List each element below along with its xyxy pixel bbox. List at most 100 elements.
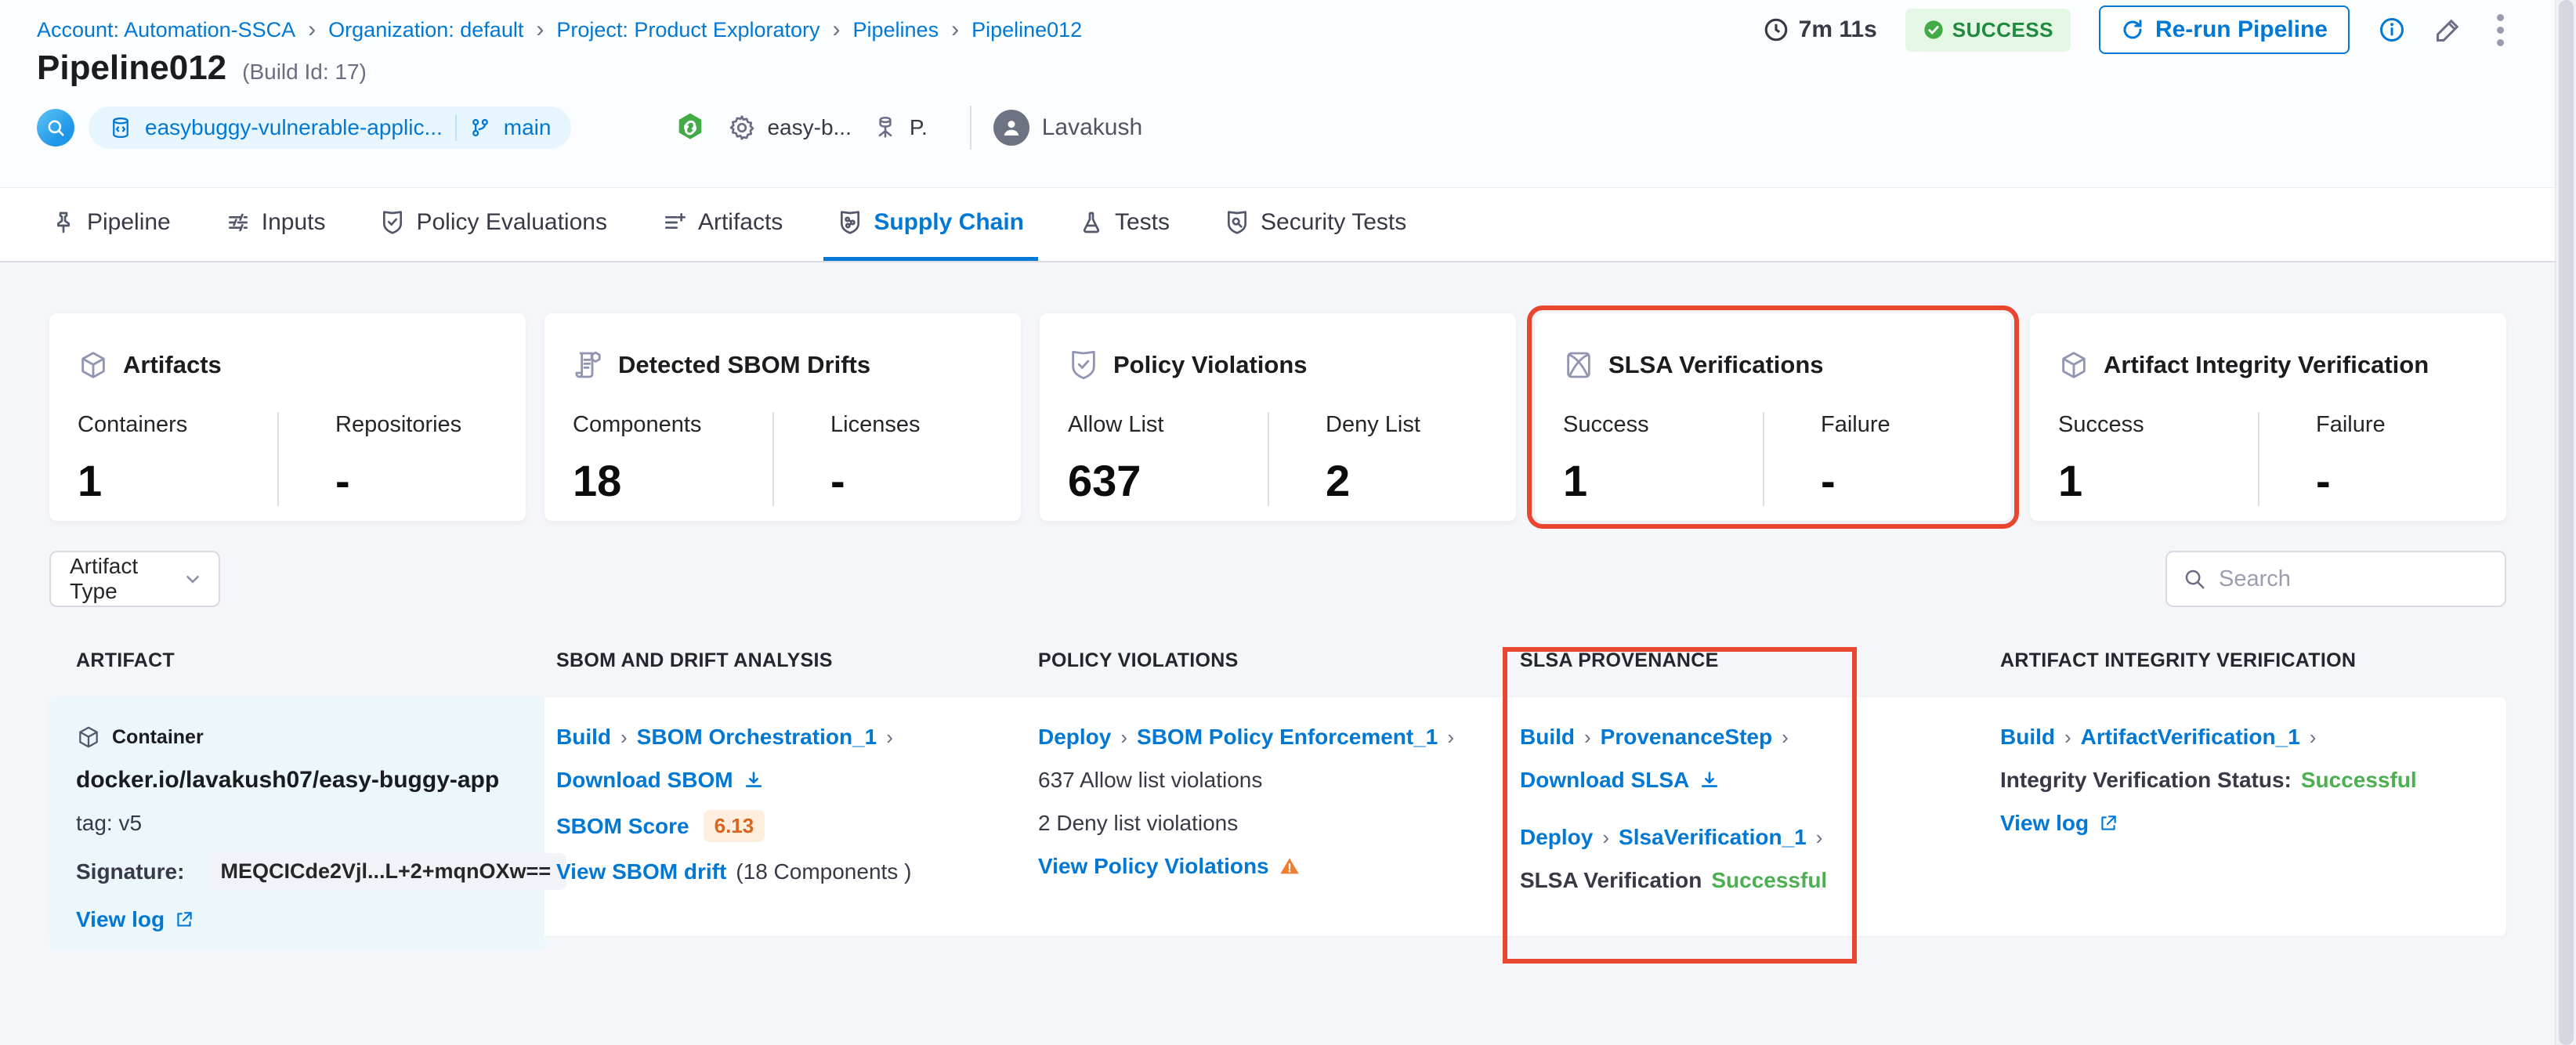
view-sbom-drift-link[interactable]: View SBOM drift xyxy=(556,859,726,884)
tab-label: Pipeline xyxy=(87,209,171,235)
chevron-right-icon: › xyxy=(886,725,893,749)
download-icon xyxy=(1699,769,1720,791)
step-link[interactable]: ProvenanceStep xyxy=(1601,725,1772,750)
gear-icon xyxy=(728,114,756,142)
warning-icon xyxy=(1279,855,1301,877)
signature-label: Signature: xyxy=(76,859,185,884)
breadcrumb-project[interactable]: Project: Product Exploratory xyxy=(556,18,819,42)
build-duration: 7m 11s xyxy=(1763,16,1877,43)
view-log-link[interactable]: View log xyxy=(2000,811,2089,836)
view-policy-violations-link[interactable]: View Policy Violations xyxy=(1038,854,1269,879)
breadcrumb-pipeline012[interactable]: Pipeline012 xyxy=(971,18,1082,42)
stat-label: Allow List xyxy=(1068,412,1164,437)
run-tabs: Pipeline Inputs Policy Evaluations Artif… xyxy=(0,188,2576,262)
tab-tests[interactable]: Tests xyxy=(1065,188,1184,261)
breadcrumb-organization[interactable]: Organization: default xyxy=(328,18,523,42)
card-title-text: Detected SBOM Drifts xyxy=(618,351,871,378)
pill-divider xyxy=(454,114,457,141)
summary-cards: Artifacts Containers 1 Repositories - De… xyxy=(49,306,2506,529)
scrollbar-thumb[interactable] xyxy=(2559,0,2574,1045)
deny-list-violations: 2 Deny list violations xyxy=(1038,811,1239,835)
chevron-right-icon: › xyxy=(2064,725,2071,749)
policy-violations-cell: Deploy › SBOM Policy Enforcement_1 › 637… xyxy=(1026,697,1508,949)
container-icon xyxy=(76,725,101,750)
tab-security-tests[interactable]: Security Tests xyxy=(1210,188,1420,261)
breadcrumb-pipelines[interactable]: Pipelines xyxy=(853,18,939,42)
stat-label: Repositories xyxy=(335,412,462,437)
card-title-text: Artifact Integrity Verification xyxy=(2104,351,2429,378)
integrity-status-value: Successful xyxy=(2300,768,2417,792)
artifact-image-name: docker.io/lavakush07/easy-buggy-app xyxy=(76,767,500,793)
tab-policy-evaluations[interactable]: Policy Evaluations xyxy=(366,188,620,261)
tab-label: Tests xyxy=(1115,209,1170,235)
view-log-link[interactable]: View log xyxy=(76,907,165,932)
slsa-provenance-cell: Build › ProvenanceStep › Download SLSA D… xyxy=(1508,697,1988,949)
service-node-icon xyxy=(872,114,899,141)
tab-label: Security Tests xyxy=(1261,209,1407,235)
repo-branch-pill[interactable]: easybuggy-vulnerable-applic... main xyxy=(89,107,572,149)
column-header-policy-violations: POLICY VIOLATIONS xyxy=(1038,649,1239,671)
card-title-text: Policy Violations xyxy=(1113,351,1308,378)
repo-name: easybuggy-vulnerable-applic... xyxy=(145,115,443,139)
stat-label: Success xyxy=(1563,412,1649,437)
stat-value: - xyxy=(1821,456,1836,505)
stage-link[interactable]: Build xyxy=(556,725,611,750)
stat-value: - xyxy=(830,456,845,505)
artifact-integrity-cell: Build › ArtifactVerification_1 › Integri… xyxy=(1988,697,2506,949)
user-name: Lavakush xyxy=(1041,114,1143,140)
card-slsa-verifications: SLSA Verifications Success 1 Failure - xyxy=(1527,306,2019,529)
download-slsa-link[interactable]: Download SLSA xyxy=(1520,768,1689,793)
step-link[interactable]: SlsaVerification_1 xyxy=(1619,825,1807,850)
step-link[interactable]: SBOM Policy Enforcement_1 xyxy=(1137,725,1438,750)
tab-supply-chain[interactable]: Supply Chain xyxy=(823,188,1038,261)
tab-artifacts[interactable]: Artifacts xyxy=(648,188,797,261)
stat-value: 1 xyxy=(1563,456,1588,505)
breadcrumb-account[interactable]: Account: Automation-SSCA xyxy=(37,18,295,42)
edit-pipeline-button[interactable] xyxy=(2434,16,2462,44)
vertical-scrollbar[interactable] xyxy=(2555,0,2576,1045)
ci-module-icon xyxy=(37,109,74,146)
stat-value: 1 xyxy=(2058,456,2083,505)
status-badge: SUCCESS xyxy=(1905,8,2071,52)
external-link-icon xyxy=(174,909,194,930)
stat-label: Success xyxy=(2058,412,2144,437)
chevron-right-icon: › xyxy=(1815,825,1823,849)
info-button[interactable] xyxy=(2378,16,2406,44)
stage-link[interactable]: Deploy xyxy=(1520,825,1593,850)
chevron-right-icon: › xyxy=(308,16,317,42)
signature-value[interactable]: MEQCICde2Vjl...L+2+mqnOXw== xyxy=(204,853,567,890)
sbom-score-link[interactable]: SBOM Score xyxy=(556,814,689,839)
slsa-status-value: Successful xyxy=(1711,868,1828,892)
chevron-right-icon: › xyxy=(536,16,545,42)
external-link-icon xyxy=(2098,813,2118,833)
stat-value: 2 xyxy=(1326,456,1351,505)
integrity-status-label: Integrity Verification Status: xyxy=(2000,768,2292,792)
chevron-right-icon: › xyxy=(1782,725,1789,749)
user-avatar xyxy=(993,110,1029,146)
artifact-tag: tag: v5 xyxy=(76,811,143,835)
stat-value: - xyxy=(335,456,350,505)
rerun-pipeline-button[interactable]: Re-run Pipeline xyxy=(2098,5,2350,54)
trigger-pipeline[interactable]: easy-b... xyxy=(728,114,852,142)
download-sbom-link[interactable]: Download SBOM xyxy=(556,768,733,793)
cube-icon xyxy=(2058,349,2089,381)
stage-link[interactable]: Deploy xyxy=(1038,725,1111,750)
repository-icon xyxy=(109,116,132,139)
step-link[interactable]: ArtifactVerification_1 xyxy=(2081,725,2300,750)
search-input[interactable] xyxy=(2219,566,2489,592)
tab-pipeline[interactable]: Pipeline xyxy=(37,188,185,261)
trigger-name: easy-b... xyxy=(767,115,852,139)
stat-value: 1 xyxy=(78,456,103,505)
build-id: (Build Id: 17) xyxy=(242,60,367,84)
artifact-type-select[interactable]: Artifact Type xyxy=(49,551,220,607)
stage-link[interactable]: Build xyxy=(1520,725,1575,750)
branch-name: main xyxy=(503,115,552,139)
stage-link[interactable]: Build xyxy=(2000,725,2055,750)
card-title-text: SLSA Verifications xyxy=(1608,351,1824,378)
step-link[interactable]: SBOM Orchestration_1 xyxy=(637,725,877,750)
tab-inputs[interactable]: Inputs xyxy=(212,188,340,261)
chevron-right-icon: › xyxy=(832,16,841,42)
chevron-right-icon: › xyxy=(1447,725,1455,749)
more-options-button[interactable] xyxy=(2497,13,2504,46)
stat-label: Components xyxy=(573,412,702,437)
